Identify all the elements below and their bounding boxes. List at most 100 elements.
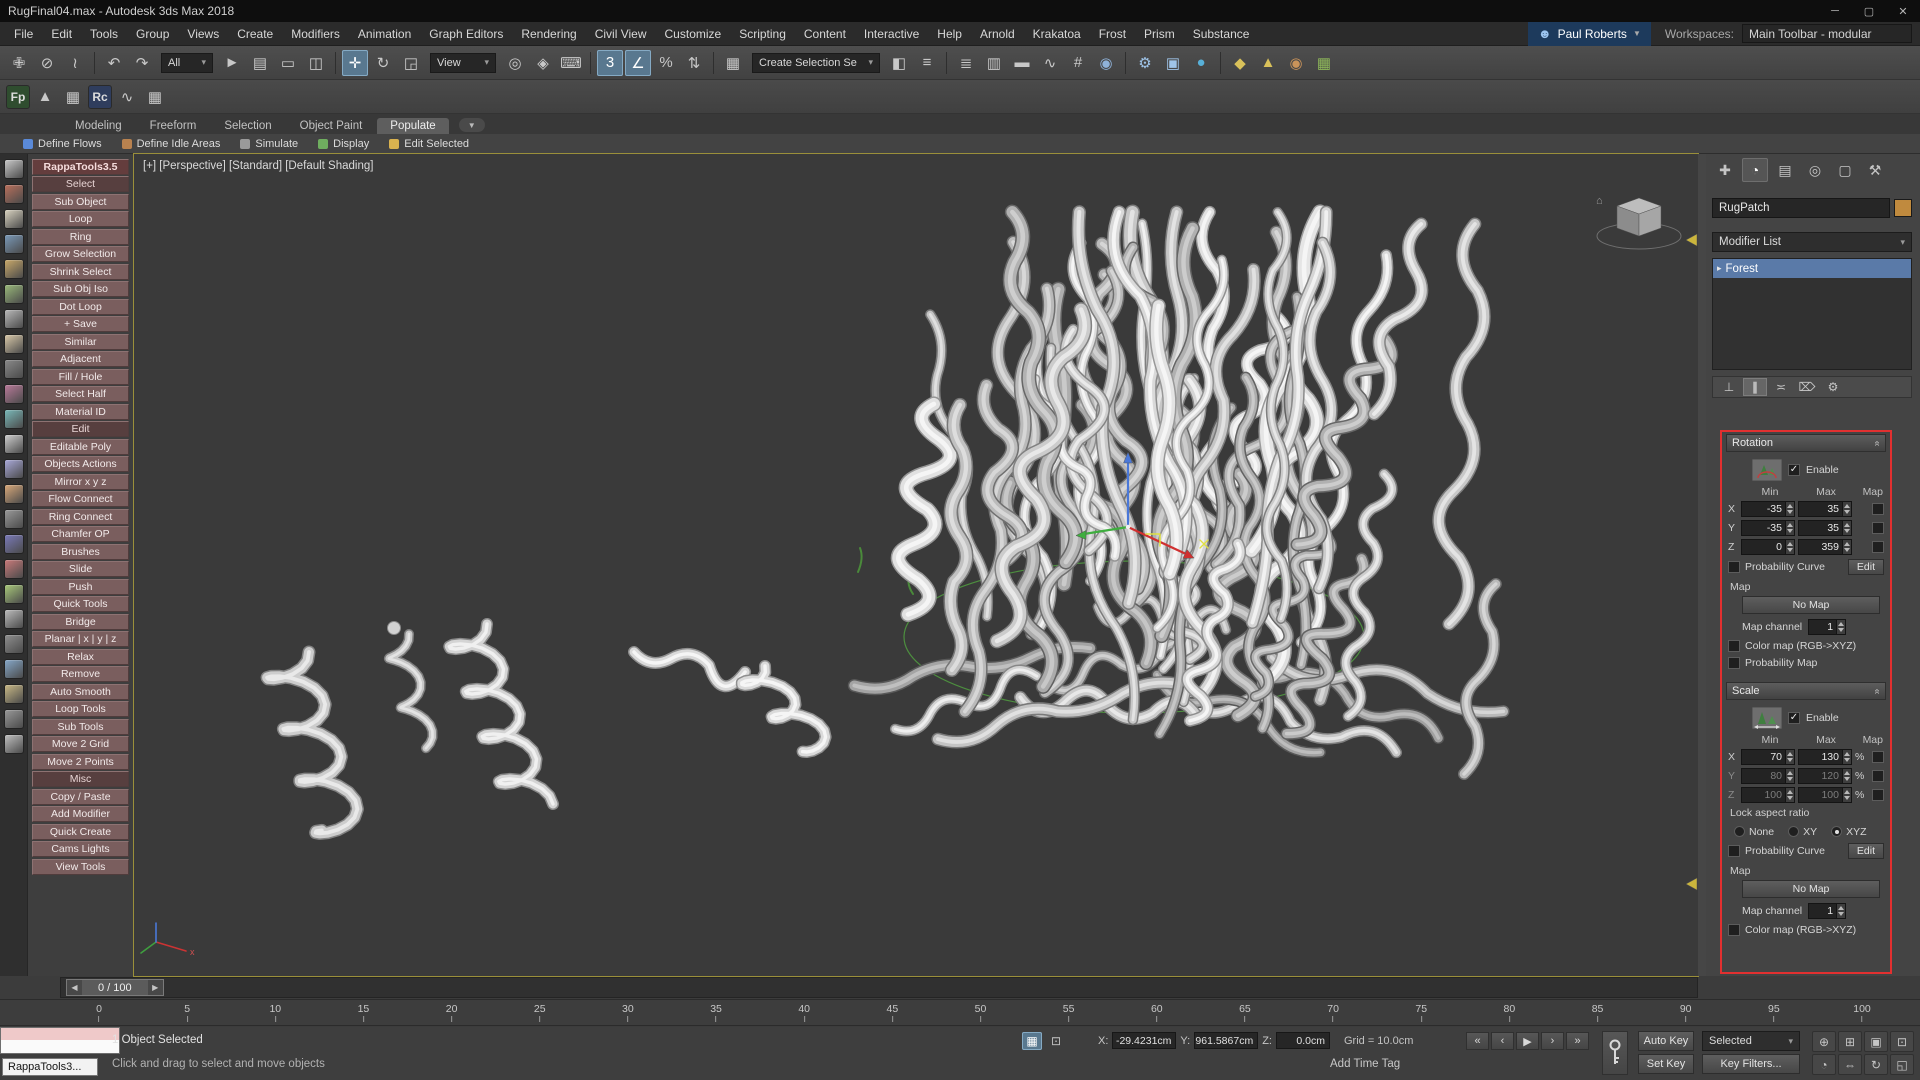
utilities-tab-icon[interactable]: ⚒ [1862,158,1888,182]
menu-item[interactable]: Group [128,27,177,41]
scale-probability-curve-checkbox[interactable] [1728,845,1740,857]
ribbon-tab[interactable]: Selection [211,118,284,134]
perspective-viewport[interactable]: x⌂ [+] [Perspective] [Standard] [Default… [134,154,1698,976]
item[interactable]: Edit [32,421,129,437]
dock-tool-icon[interactable] [4,584,24,604]
workspace-dropdown[interactable]: Main Toolbar - modular [1742,24,1912,43]
item[interactable]: Chamfer OP [32,526,129,542]
rappatools-taskbar-window[interactable]: RappaTools3... [2,1058,98,1076]
scale-x-map-checkbox[interactable] [1872,751,1884,763]
toggle-scene-explorer-icon[interactable]: ≣ [953,50,979,76]
item[interactable]: Brushes [32,544,129,560]
minimize-button[interactable]: ─ [1818,0,1852,22]
dock-tool-icon[interactable] [4,234,24,254]
selection-lock-toggle-icon[interactable]: ▦ [1022,1032,1042,1050]
object-color-swatch[interactable] [1894,199,1912,217]
ribbon-tab[interactable]: Freeform [137,118,210,134]
menu-item[interactable]: Frost [1091,27,1134,41]
select-and-link-icon[interactable]: ✙ [6,50,32,76]
time-slider-track[interactable]: ◀ 0 / 100 ▶ [60,977,1698,998]
dock-tool-icon[interactable] [4,559,24,579]
scale-map-channel-spinner[interactable]: 1 [1808,903,1846,919]
scale-z-map-checkbox[interactable] [1872,789,1884,801]
previous-frame-nub[interactable]: ◀ [67,980,82,995]
select-and-move-icon[interactable]: ✛ [342,50,368,76]
selection-filter-dropdown[interactable]: All [161,53,213,73]
z-coordinate-field[interactable]: 0.0cm [1276,1032,1330,1049]
dock-tool-icon[interactable] [4,309,24,329]
plugin-tool-icon[interactable]: ◆ [1227,50,1253,76]
item[interactable]: Editable Poly [32,439,129,455]
viewport-label[interactable]: [+] [Perspective] [Standard] [Default Sh… [143,160,373,172]
item[interactable]: Loop Tools [32,701,129,717]
percent-snap-icon[interactable]: % [653,50,679,76]
rotation-color-map-checkbox[interactable] [1728,640,1740,652]
dock-tool-icon[interactable] [4,409,24,429]
create-tab-icon[interactable]: ✚ [1712,158,1738,182]
window-crossing-toggle-icon[interactable]: ◫ [303,50,329,76]
item[interactable]: Sub Obj Iso [32,281,129,297]
next-frame-button[interactable]: › [1541,1032,1564,1050]
rotation-y-min-spinner[interactable]: -35 [1741,520,1795,536]
scale-z-max-spinner[interactable]: 100 [1798,787,1852,803]
menu-item[interactable]: Help [929,27,970,41]
viewport-canvas[interactable]: x⌂ [134,154,1698,976]
y-coordinate-field[interactable]: 961.5867cm [1194,1032,1258,1049]
forest-lister-icon[interactable]: ▦ [60,84,86,110]
scale-color-map-checkbox[interactable] [1728,924,1740,936]
rotation-x-min-spinner[interactable]: -35 [1741,501,1795,517]
dock-tool-icon[interactable] [4,659,24,679]
selection-set-dropdown[interactable]: Selected [1702,1031,1800,1051]
railclone-lister-icon[interactable]: ▦ [142,84,168,110]
menu-item[interactable]: Create [229,27,281,41]
named-selection-sets-field[interactable]: Create Selection Se [752,53,880,73]
plugin-tool-icon[interactable]: ◉ [1283,50,1309,76]
play-animation-button[interactable]: ▶ [1516,1032,1539,1050]
menu-item[interactable]: Views [179,27,227,41]
forest-pack-icon[interactable]: Fp [6,85,30,109]
scale-y-map-checkbox[interactable] [1872,770,1884,782]
previous-frame-button[interactable]: ‹ [1491,1032,1514,1050]
menu-item[interactable]: Civil View [587,27,655,41]
modifier-stack[interactable]: Forest [1712,258,1912,370]
scale-x-min-spinner[interactable]: 70 [1741,749,1795,765]
ribbon-config-button[interactable]: ▼ [459,118,485,132]
zoom-extents-all-icon[interactable]: ⊡ [1890,1031,1914,1052]
dock-tool-icon[interactable] [4,509,24,529]
item[interactable]: Move 2 Points [32,754,129,770]
lock-xy-radio[interactable] [1788,826,1799,837]
rotation-z-map-checkbox[interactable] [1872,541,1884,553]
orbit-icon[interactable]: ↻ [1864,1054,1888,1075]
item[interactable]: Ring Connect [32,509,129,525]
schematic-view-icon[interactable]: # [1065,50,1091,76]
item[interactable]: Misc [32,771,129,787]
rectangular-selection-region-icon[interactable]: ▭ [275,50,301,76]
display-tab-icon[interactable]: ▢ [1832,158,1858,182]
undo-icon[interactable]: ↶ [101,50,127,76]
select-by-name-icon[interactable]: ▤ [247,50,273,76]
rendered-frame-window-icon[interactable]: ▣ [1160,50,1186,76]
item[interactable]: Grow Selection [32,246,129,262]
dock-tool-icon[interactable] [4,284,24,304]
rotation-x-max-spinner[interactable]: 35 [1798,501,1852,517]
user-account-menu[interactable]: ☻ Paul Roberts ▼ [1528,22,1651,46]
add-time-tag[interactable]: Add Time Tag [1330,1058,1400,1070]
go-to-start-button[interactable]: « [1466,1032,1489,1050]
maxscript-mini-listener[interactable] [0,1027,120,1054]
lock-none-radio[interactable] [1734,826,1745,837]
menu-item[interactable]: Animation [350,27,419,41]
rotation-z-min-spinner[interactable]: 0 [1741,539,1795,555]
item[interactable]: Planar | x | y | z [32,631,129,647]
scale-map-button[interactable]: No Map [1742,880,1880,898]
zoom-all-icon[interactable]: ⊞ [1838,1031,1862,1052]
dock-tool-icon[interactable] [4,434,24,454]
dock-tool-icon[interactable] [4,734,24,754]
dock-tool-icon[interactable] [4,534,24,554]
menu-item[interactable]: Customize [657,27,730,41]
ribbon-tab[interactable]: Populate [377,118,448,134]
redo-icon[interactable]: ↷ [129,50,155,76]
align-icon[interactable]: ≡ [914,50,940,76]
menu-item[interactable]: Krakatoa [1025,27,1089,41]
plugin-tool-icon[interactable]: ▲ [1255,50,1281,76]
configure-modifier-sets-icon[interactable]: ⚙ [1821,378,1845,396]
